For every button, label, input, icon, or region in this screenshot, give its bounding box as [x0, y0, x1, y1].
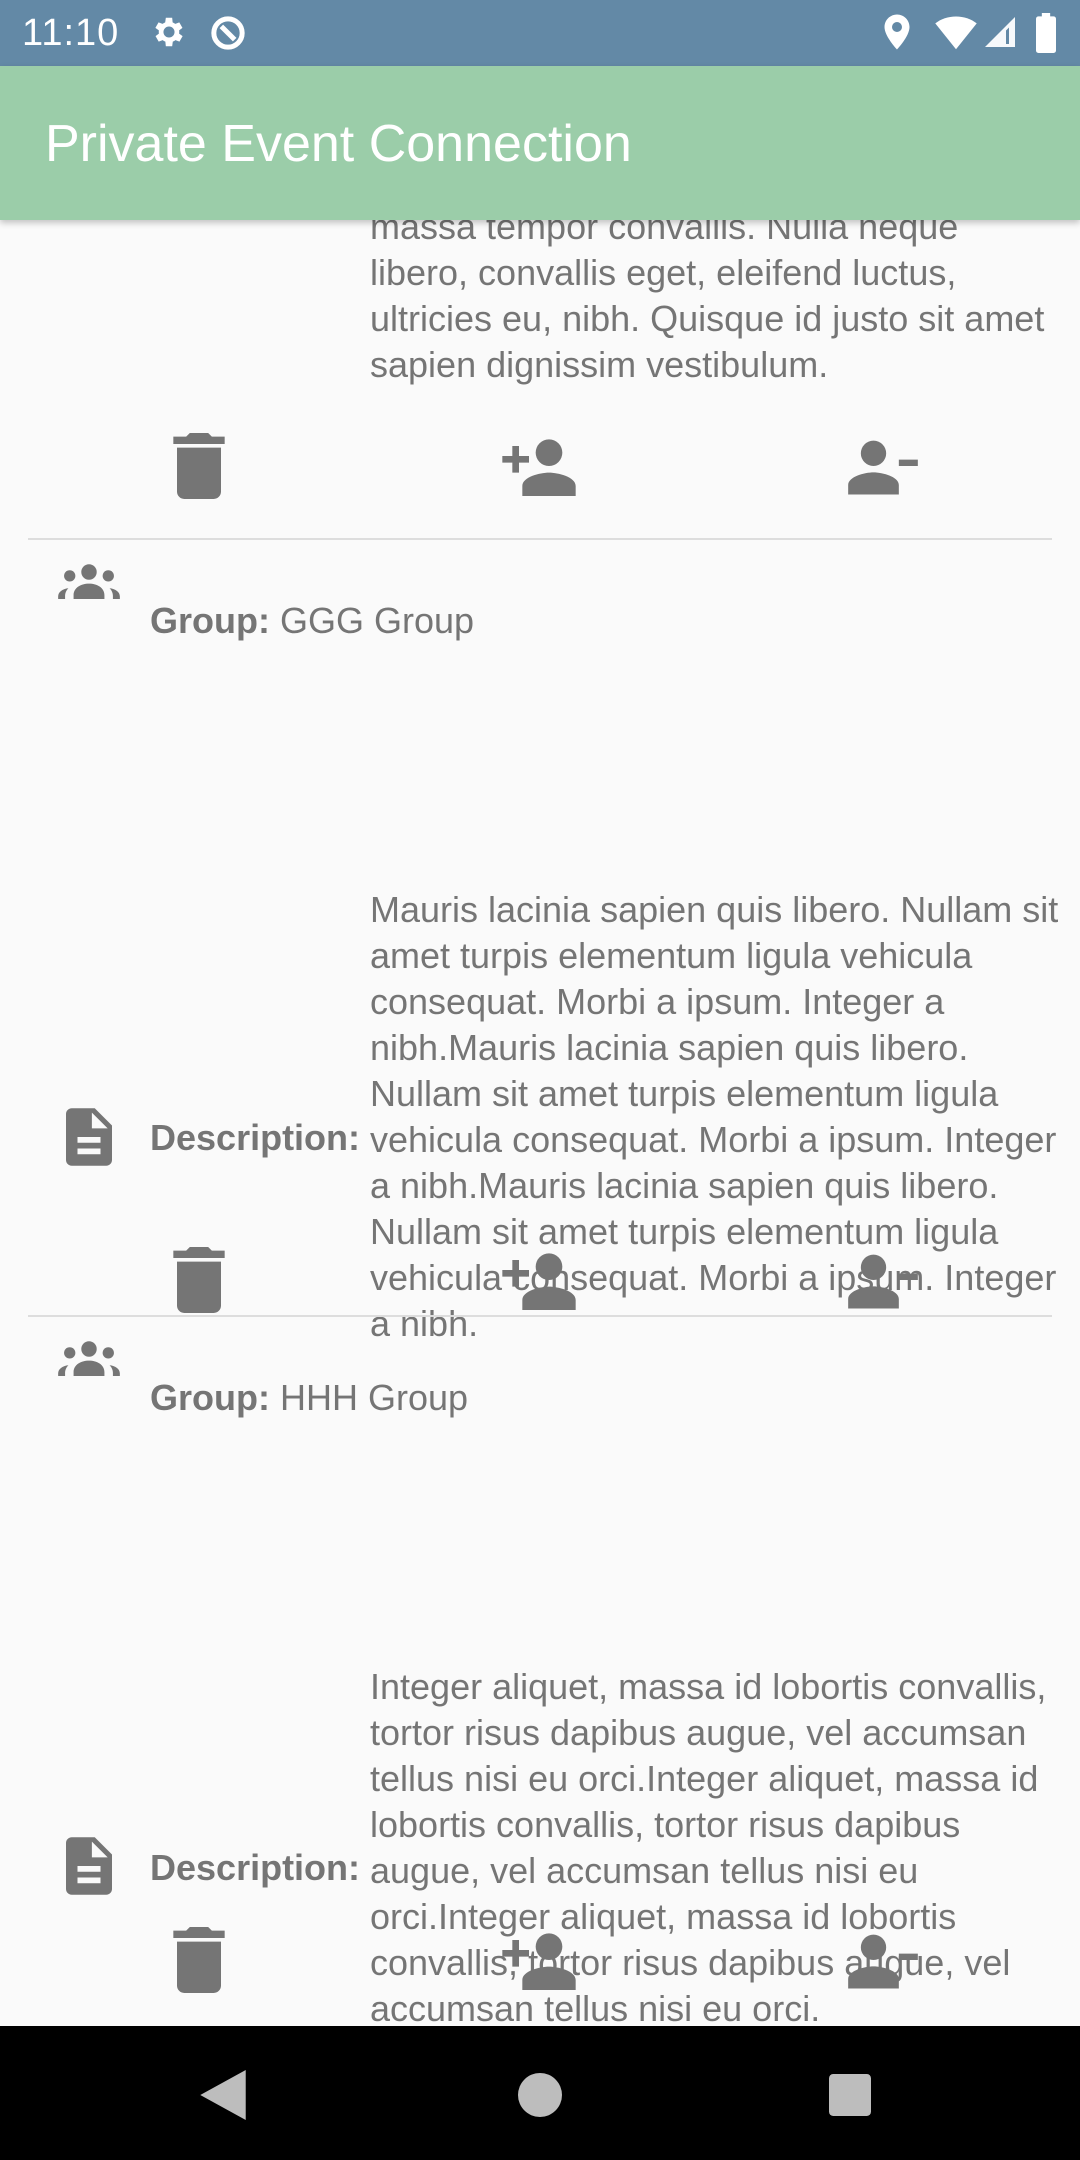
delete-button[interactable] — [154, 1917, 244, 2007]
add-member-button[interactable] — [494, 423, 584, 513]
group-label: Group: — [150, 600, 270, 641]
person-add-icon — [499, 435, 579, 502]
divider — [28, 538, 1052, 540]
remove-member-button[interactable] — [838, 1917, 928, 2007]
remove-member-button[interactable] — [838, 1237, 928, 1327]
group-description: Mauris lacinia sapien quis libero. Nulla… — [370, 889, 1059, 1344]
battery-icon — [1035, 13, 1057, 58]
delete-icon — [173, 432, 225, 504]
group-row: Group: GGG Group — [150, 598, 474, 644]
group-icon — [55, 563, 123, 604]
add-member-button[interactable] — [494, 1237, 584, 1327]
delete-icon — [173, 1246, 225, 1318]
description-label: Description: — [150, 1847, 361, 1888]
remove-member-button[interactable] — [838, 423, 928, 513]
home-button[interactable] — [518, 2073, 562, 2122]
wifi-icon — [935, 13, 977, 56]
add-member-button[interactable] — [494, 1917, 584, 2007]
person-add-icon — [499, 1249, 579, 1316]
group-description: massa tempor convallis. Nulla neque libe… — [370, 220, 1045, 385]
description-icon — [66, 1108, 112, 1171]
person-remove-icon — [845, 436, 921, 501]
sync-icon — [208, 13, 248, 58]
status-bar: 11:10 — [0, 0, 1080, 66]
app-title: Private Event Connection — [45, 115, 632, 173]
gear-icon — [150, 13, 188, 56]
group-name: GGG Group — [279, 600, 475, 641]
divider — [28, 1315, 1052, 1317]
group-label: Group: — [150, 1377, 270, 1418]
app-bar: Private Event Connection — [0, 66, 1080, 220]
recents-button[interactable] — [829, 2074, 871, 2121]
description-icon — [66, 1837, 112, 1900]
group-icon — [55, 1340, 123, 1381]
group-name: HHH Group — [279, 1377, 469, 1418]
location-icon — [882, 13, 912, 56]
person-add-icon — [499, 1929, 579, 1996]
person-remove-icon — [845, 1930, 921, 1995]
group-list[interactable]: massa tempor convallis. Nulla neque libe… — [0, 220, 1080, 2026]
status-time: 11:10 — [22, 12, 120, 54]
delete-button[interactable] — [154, 1237, 244, 1327]
delete-button[interactable] — [154, 423, 244, 513]
back-button[interactable] — [200, 2070, 246, 2125]
group-row: Group: HHH Group — [150, 1375, 468, 1421]
person-remove-icon — [845, 1250, 921, 1315]
signal-icon — [982, 13, 1018, 56]
description-label: Description: — [150, 1117, 361, 1158]
group-description: Integer aliquet, massa id lobortis conva… — [370, 1666, 1047, 2026]
navigation-bar — [0, 2026, 1080, 2160]
delete-icon — [173, 1926, 225, 1998]
